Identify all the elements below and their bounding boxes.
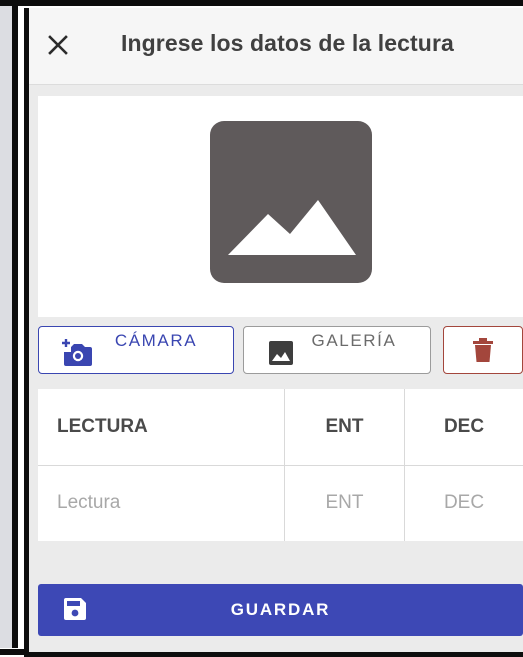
delete-button[interactable] xyxy=(443,326,523,374)
window-border-top xyxy=(0,0,523,6)
header-dec: DEC xyxy=(443,416,485,437)
window-border xyxy=(12,0,18,652)
add-camera-icon xyxy=(62,339,92,366)
save-button-label: GUARDAR xyxy=(230,600,331,619)
image-placeholder[interactable] xyxy=(210,121,372,283)
image-placeholder-icon xyxy=(228,200,356,255)
dec-input[interactable]: DEC xyxy=(405,465,523,541)
dialog-title: Ingrese los datos de la lectura xyxy=(121,30,454,56)
camera-button[interactable]: CÁMARA xyxy=(38,326,234,374)
close-button[interactable] xyxy=(41,28,75,62)
table-input-row: Lectura ENT DEC xyxy=(38,465,523,541)
close-icon xyxy=(48,35,68,55)
photo-preview-card xyxy=(38,96,523,317)
dialog-header: Ingrese los datos de la lectura xyxy=(29,8,523,85)
gallery-button-label: GALERÍA xyxy=(311,331,397,350)
table-header-row: LECTURA ENT DEC xyxy=(38,389,523,466)
reading-table: LECTURA ENT DEC Lectura ENT DEC xyxy=(38,389,523,541)
camera-button-label: CÁMARA xyxy=(114,331,198,350)
save-button[interactable]: GUARDAR xyxy=(38,584,523,636)
lectura-input[interactable]: Lectura xyxy=(38,465,285,541)
media-button-row: CÁMARA GALERÍA xyxy=(38,326,523,376)
ent-input[interactable]: ENT xyxy=(285,465,405,541)
reading-dialog: Ingrese los datos de la lectura CÁMARA G… xyxy=(24,8,523,657)
header-ent: ENT xyxy=(285,389,405,465)
gallery-button[interactable]: GALERÍA xyxy=(243,326,431,374)
header-lectura: LECTURA xyxy=(38,389,285,465)
trash-icon xyxy=(473,338,493,362)
image-icon xyxy=(269,341,293,365)
